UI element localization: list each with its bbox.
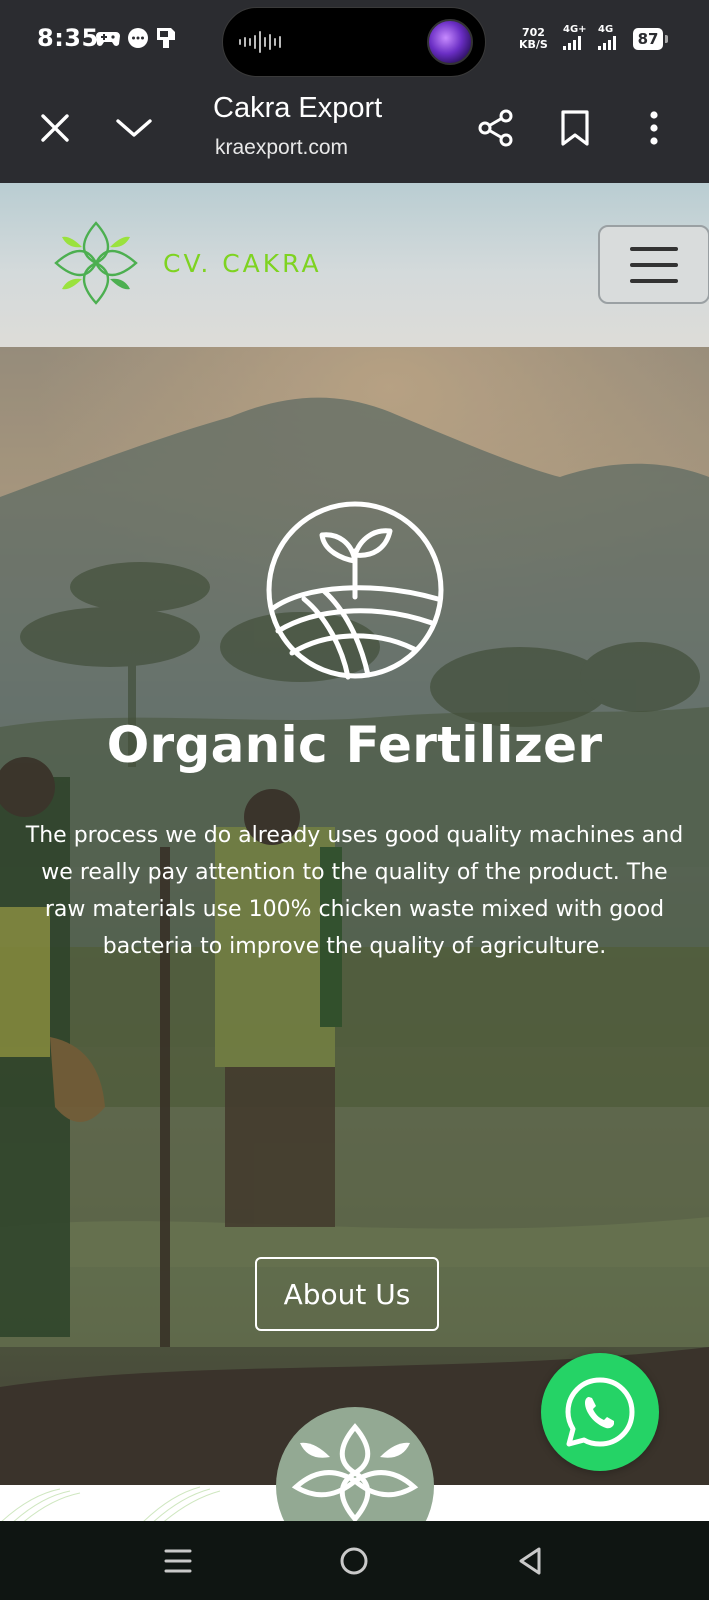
site-header: CV. CAKRA	[0, 183, 709, 347]
signal-sim1: 4G+	[563, 24, 587, 50]
signal-sim1-type: 4G+	[563, 24, 587, 35]
sprout-field-icon	[266, 501, 444, 680]
page-title: Cakra Export	[213, 92, 383, 124]
battery-indicator: 87	[633, 28, 668, 50]
audio-wave-icon	[239, 30, 281, 54]
game-controller-icon	[96, 32, 120, 46]
sim-card-icon	[157, 28, 175, 48]
signal-sim2: 4G	[598, 24, 616, 50]
bookmark-icon	[561, 110, 589, 146]
dynamic-island[interactable]	[222, 7, 486, 77]
hero-description: The process we do already uses good qual…	[25, 823, 684, 959]
home-button[interactable]	[332, 1539, 376, 1583]
share-button[interactable]	[470, 102, 522, 154]
share-icon	[478, 109, 513, 147]
hamburger-menu-button[interactable]	[598, 225, 709, 304]
bookmark-button[interactable]	[549, 102, 601, 154]
chevron-down-icon	[116, 119, 152, 137]
whatsapp-icon	[565, 1377, 635, 1447]
cakra-logo-icon[interactable]	[50, 217, 142, 309]
back-icon	[519, 1547, 541, 1575]
about-us-button[interactable]: About Us	[255, 1257, 439, 1331]
system-navigation-bar	[0, 1521, 709, 1600]
more-vertical-icon	[650, 111, 658, 145]
home-icon	[340, 1547, 368, 1575]
hero-title: Organic Fertilizer	[106, 716, 603, 774]
network-speed-unit: KB/S	[519, 38, 548, 51]
signal-bars-icon	[598, 36, 616, 50]
chat-bubble-icon	[128, 28, 148, 48]
hero-section: Organic Fertilizer The process we do alr…	[0, 347, 709, 1521]
more-options-button[interactable]	[628, 102, 680, 154]
section-logo-badge	[276, 1407, 434, 1521]
close-icon	[41, 114, 69, 142]
status-time: 8:35	[37, 24, 99, 52]
status-bar: 8:35 702 KB/S 4G+ 4G 87	[0, 0, 709, 78]
browser-toolbar: Cakra Export kraexport.com	[0, 78, 709, 183]
close-tab-button[interactable]	[29, 102, 81, 154]
whatsapp-chat-button[interactable]	[541, 1353, 659, 1471]
notification-icons	[95, 26, 177, 50]
recents-button[interactable]	[156, 1539, 200, 1583]
brand-name[interactable]: CV. CAKRA	[163, 249, 322, 278]
media-avatar	[427, 19, 473, 65]
back-button[interactable]	[508, 1539, 552, 1583]
signal-sim2-type: 4G	[598, 24, 614, 35]
recents-icon	[164, 1549, 192, 1573]
web-page: CV. CAKRA Organic Fertilizer The process…	[0, 183, 709, 1521]
decorative-lines	[1, 1486, 221, 1521]
network-speed: 702 KB/S	[519, 27, 548, 51]
tab-switcher-button[interactable]	[108, 102, 160, 154]
signal-bars-icon	[563, 36, 587, 50]
url-bar[interactable]: kraexport.com	[215, 136, 348, 160]
leaf-logo-icon	[291, 1423, 419, 1521]
